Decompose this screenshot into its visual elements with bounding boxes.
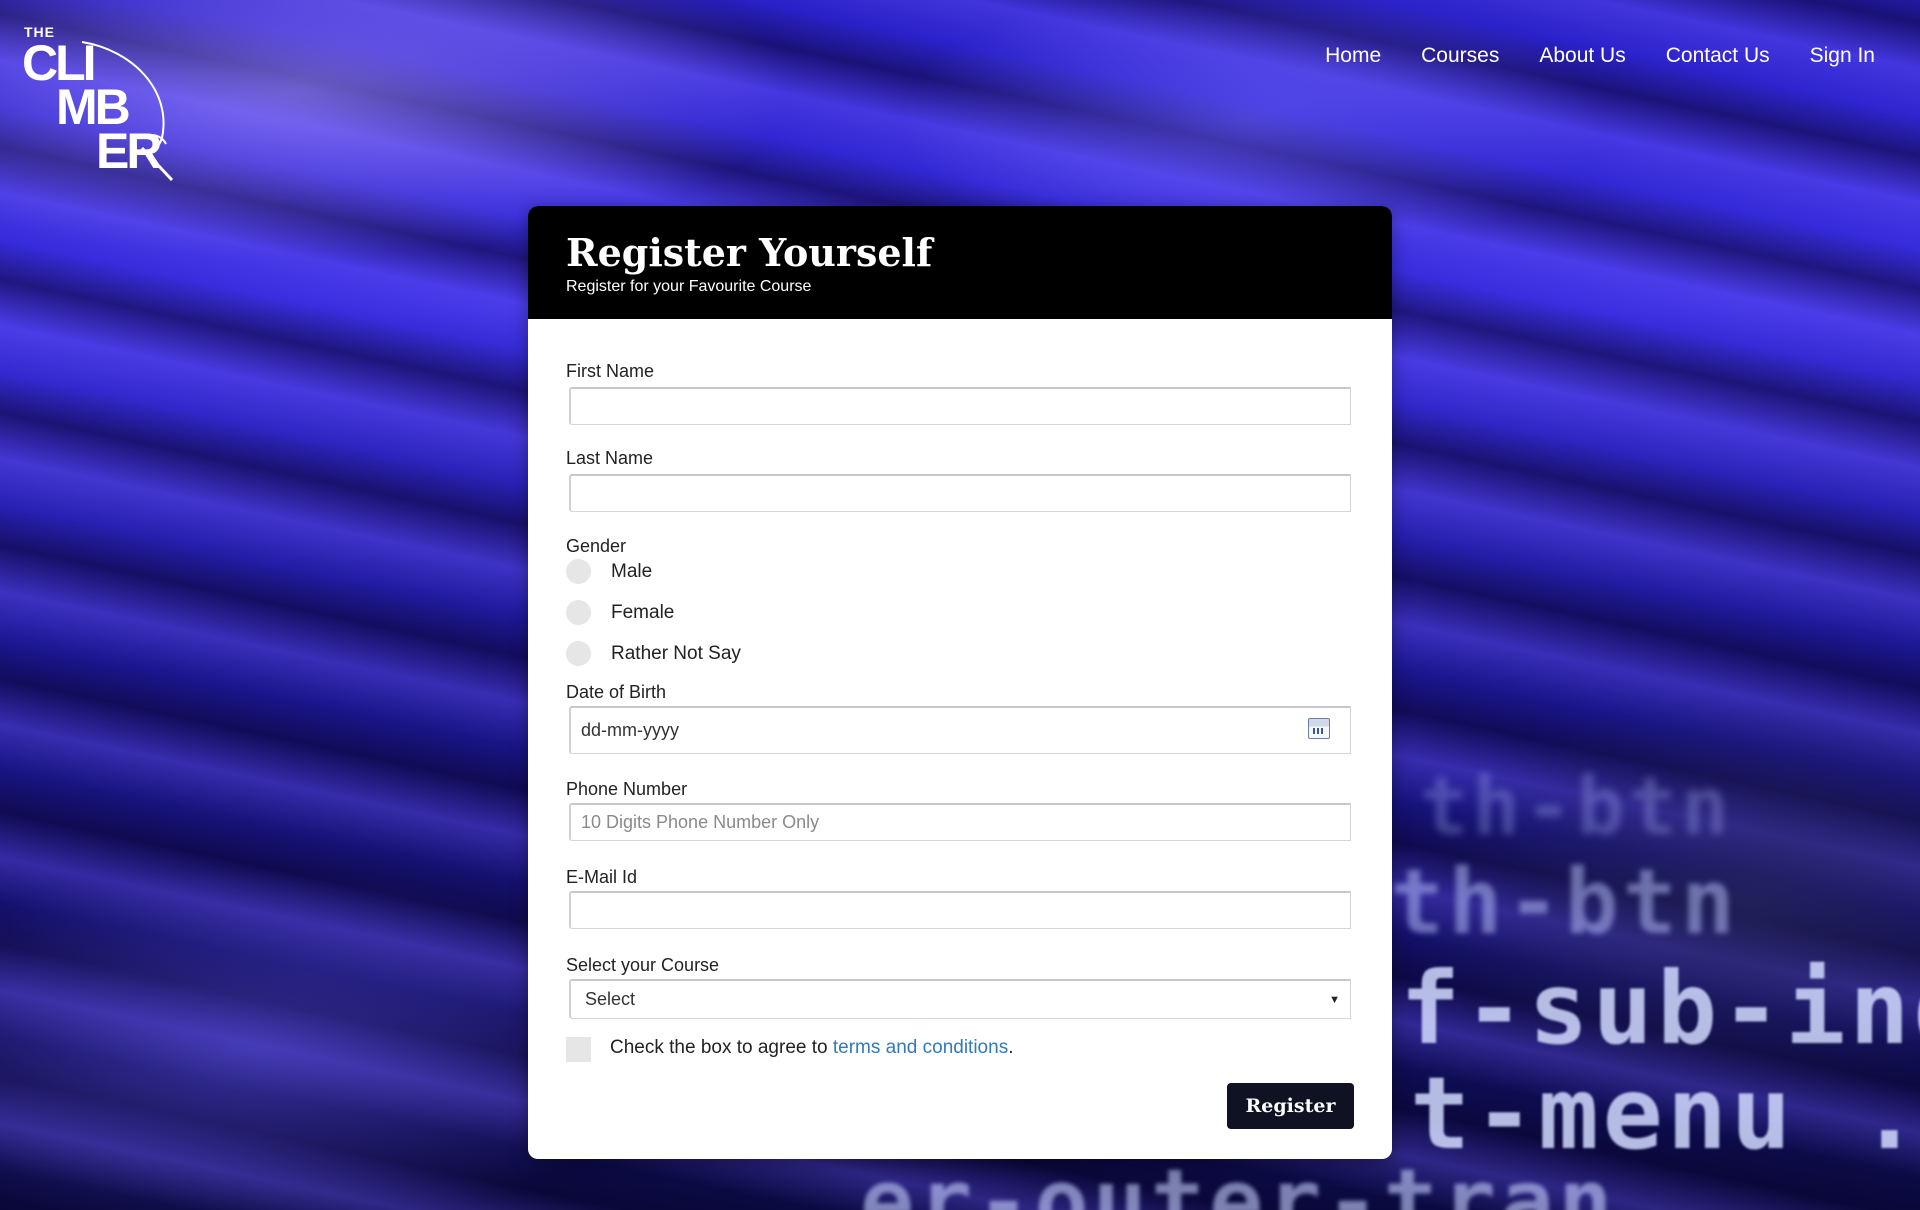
nav-contact-us[interactable]: Contact Us — [1666, 44, 1770, 68]
email-input[interactable] — [569, 891, 1351, 929]
radio-rather-not-say[interactable] — [566, 641, 591, 666]
email-label: E-Mail Id — [566, 867, 638, 887]
terms-prefix: Check the box to agree to — [610, 1037, 833, 1058]
page-subtitle: Register for your Favourite Course — [566, 278, 812, 295]
dob-label: Date of Birth — [566, 682, 667, 702]
logo-line-3: ER — [96, 123, 162, 179]
gender-option-rather-not-say[interactable]: Rather Not Say — [566, 641, 741, 666]
nav-about-us[interactable]: About Us — [1539, 44, 1625, 68]
last-name-label: Last Name — [566, 448, 654, 468]
terms-checkbox[interactable] — [566, 1037, 591, 1062]
register-button[interactable]: Register — [1227, 1083, 1354, 1129]
phone-input[interactable]: 10 Digits Phone Number Only — [569, 803, 1351, 841]
chevron-down-icon: ▼ — [1329, 993, 1340, 1006]
page-background: th-btn th-btn f-sub-ind t-menu . er-oute… — [0, 0, 1920, 1210]
first-name-label: First Name — [566, 361, 655, 381]
background-code-text: er-outer-tran — [860, 1150, 1617, 1210]
card-header: Register Yourself Register for your Favo… — [528, 206, 1392, 319]
radio-rather-not-say-label: Rather Not Say — [611, 642, 741, 664]
radio-male[interactable] — [566, 559, 591, 584]
gender-label: Gender — [566, 536, 627, 556]
background-code-text: f-sub-ind — [1400, 950, 1920, 1067]
nav-home[interactable]: Home — [1325, 44, 1381, 68]
gender-option-female[interactable]: Female — [566, 600, 674, 625]
page-title: Register Yourself — [566, 230, 933, 275]
register-card: Register Yourself Register for your Favo… — [528, 206, 1392, 1159]
terms-text: Check the box to agree to terms and cond… — [610, 1037, 1013, 1059]
terms-suffix: . — [1008, 1037, 1014, 1058]
nav-sign-in[interactable]: Sign In — [1810, 44, 1875, 68]
background-code-text: th-btn — [1420, 760, 1733, 853]
calendar-icon[interactable] — [1308, 718, 1330, 739]
course-select[interactable]: Select ▼ — [569, 979, 1351, 1019]
course-select-value: Select — [585, 989, 636, 1009]
last-name-input[interactable] — [569, 474, 1351, 512]
radio-female[interactable] — [566, 600, 591, 625]
first-name-input[interactable] — [569, 387, 1351, 425]
terms-link[interactable]: terms and conditions — [833, 1037, 1008, 1058]
dob-placeholder: dd-mm-yyyy — [581, 720, 679, 740]
dob-input[interactable]: dd-mm-yyyy — [569, 706, 1351, 754]
nav-courses[interactable]: Courses — [1421, 44, 1499, 68]
radio-male-label: Male — [611, 560, 653, 582]
background-code-text: th-btn — [1390, 850, 1740, 955]
phone-label: Phone Number — [566, 779, 688, 799]
radio-female-label: Female — [611, 601, 675, 623]
course-label: Select your Course — [566, 955, 720, 975]
gender-option-male[interactable]: Male — [566, 559, 652, 584]
top-nav: Home Courses About Us Contact Us Sign In — [1325, 44, 1875, 68]
logo[interactable]: THE CLI MB ER — [22, 20, 182, 185]
